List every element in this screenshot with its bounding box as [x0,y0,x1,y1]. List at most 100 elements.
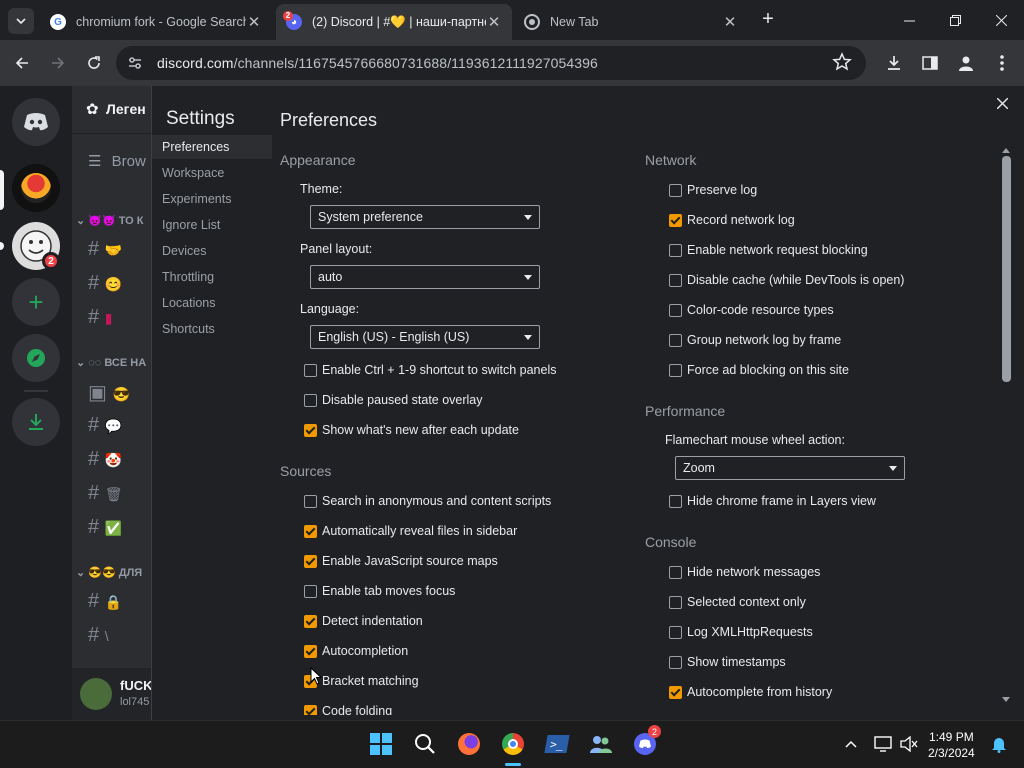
scrollbar-thumb[interactable] [1002,156,1011,382]
nav-shortcuts[interactable]: Shortcuts [152,317,272,341]
option-request-blocking[interactable]: Enable network request blocking [669,243,868,257]
notifications-button[interactable] [986,731,1012,757]
powershell-app[interactable]: >_ [544,731,570,757]
checkbox[interactable] [669,243,682,257]
checkbox[interactable] [669,685,682,699]
nav-devices[interactable]: Devices [152,239,272,263]
option-tab-moves-focus[interactable]: Enable tab moves focus [304,584,455,598]
channel-item[interactable]: # 💬 [88,414,122,437]
tab-discord[interactable]: ◕ 2 (2) Discord | #💛 | наши-партнё ✕ [276,4,512,40]
option-js-source-maps[interactable]: Enable JavaScript source maps [304,554,498,568]
option-color-code-types[interactable]: Color-code resource types [669,303,834,317]
reload-button[interactable] [82,51,106,75]
close-settings-button[interactable] [996,96,1009,114]
channel-item[interactable]: # 😊 [88,272,122,295]
language-select[interactable]: English (US) - English (US) [310,325,540,349]
scroll-up-arrow[interactable] [1002,144,1010,153]
option-preserve-log[interactable]: Preserve log [669,183,757,197]
theme-select[interactable]: System preference [310,205,540,229]
category-header[interactable]: ⌄ ◌◌ ВСЕ НА [76,356,146,369]
flamechart-select[interactable]: Zoom [675,456,905,480]
option-disable-cache[interactable]: Disable cache (while DevTools is open) [669,273,904,287]
option-search-anonymous[interactable]: Search in anonymous and content scripts [304,494,551,508]
checkbox[interactable] [669,273,682,287]
channel-item[interactable]: # 🤡 [88,448,122,471]
category-header[interactable]: ⌄ 👿👿 ТО К [76,214,144,227]
network-status-button[interactable] [870,731,896,757]
forward-button[interactable] [46,51,70,75]
bookmark-star-button[interactable] [832,52,854,74]
nav-ignore-list[interactable]: Ignore List [152,213,272,237]
checkbox[interactable] [669,595,682,609]
option-autocompletion[interactable]: Autocompletion [304,644,408,658]
checkbox[interactable] [304,554,317,568]
explore-servers-button[interactable] [12,334,60,382]
chrome-menu-button[interactable] [990,51,1014,75]
panel-layout-select[interactable]: auto [310,265,540,289]
tab-google-search[interactable]: G chromium fork - Google Search ✕ [40,4,272,40]
tab-close-button[interactable]: ✕ [246,13,262,31]
checkbox[interactable] [669,213,682,227]
site-info-icon[interactable] [126,54,144,72]
people-app[interactable] [588,731,614,757]
nav-preferences[interactable]: Preferences [152,135,272,159]
avatar[interactable] [80,678,112,710]
option-hide-network-messages[interactable]: Hide network messages [669,565,820,579]
option-disable-paused-overlay[interactable]: Disable paused state overlay [304,393,483,407]
channel-item[interactable]: # ✅ [88,516,122,539]
checkbox[interactable] [669,494,682,508]
tab-close-button[interactable]: ✕ [722,13,738,31]
restore-button[interactable] [932,0,978,40]
discord-app[interactable]: 2 [632,725,661,757]
side-panel-button[interactable] [918,51,942,75]
tab-search-button[interactable] [8,8,34,34]
option-log-xhr[interactable]: Log XMLHttpRequests [669,625,813,639]
add-server-button[interactable]: + [12,278,60,326]
tab-new-tab[interactable]: New Tab ✕ [514,4,748,40]
checkbox[interactable] [304,423,317,437]
profile-button[interactable] [954,51,978,75]
checkbox[interactable] [669,333,682,347]
channel-item[interactable]: # ▮ [88,306,112,329]
checkbox[interactable] [304,614,317,628]
option-code-folding[interactable]: Code folding [304,704,392,715]
option-show-whats-new[interactable]: Show what's new after each update [304,423,519,437]
option-detect-indentation[interactable]: Detect indentation [304,614,423,628]
channel-item[interactable]: # 🗑 [88,482,122,505]
checkbox[interactable] [304,363,317,377]
show-hidden-icons-button[interactable] [838,731,864,757]
firefox-app[interactable] [456,731,482,757]
tab-close-button[interactable]: ✕ [486,13,502,31]
option-selected-context-only[interactable]: Selected context only [669,595,806,609]
download-apps-button[interactable] [12,398,60,446]
option-record-network-log[interactable]: Record network log [669,213,795,227]
checkbox[interactable] [669,565,682,579]
new-tab-button[interactable]: + [758,8,778,32]
server-icon-smiley[interactable]: 2 [12,222,60,270]
option-group-by-frame[interactable]: Group network log by frame [669,333,841,347]
server-icon-legend[interactable] [12,164,60,212]
nav-experiments[interactable]: Experiments [152,187,272,211]
volume-button[interactable] [896,731,922,757]
minimize-button[interactable] [886,0,932,40]
checkbox[interactable] [304,524,317,538]
discord-home-button[interactable] [12,98,60,146]
start-button[interactable] [368,731,394,757]
channel-item[interactable]: # 🔒 [88,590,122,613]
option-hide-chrome-frame[interactable]: Hide chrome frame in Layers view [669,494,876,508]
channel-item[interactable]: ▣ 😎 [88,380,130,405]
downloads-button[interactable] [882,51,906,75]
checkbox[interactable] [304,644,317,658]
search-button[interactable] [412,731,438,757]
back-button[interactable] [10,51,34,75]
channel-item[interactable]: # 🤝 [88,238,122,261]
nav-workspace[interactable]: Workspace [152,161,272,185]
checkbox[interactable] [304,494,317,508]
option-autocomplete-history[interactable]: Autocomplete from history [669,685,832,699]
settings-scrollbar[interactable] [999,142,1013,708]
channel-item[interactable]: # \ [88,624,109,647]
close-window-button[interactable] [978,0,1024,40]
scroll-down-arrow[interactable] [1002,697,1010,706]
nav-throttling[interactable]: Throttling [152,265,272,289]
checkbox[interactable] [304,584,317,598]
